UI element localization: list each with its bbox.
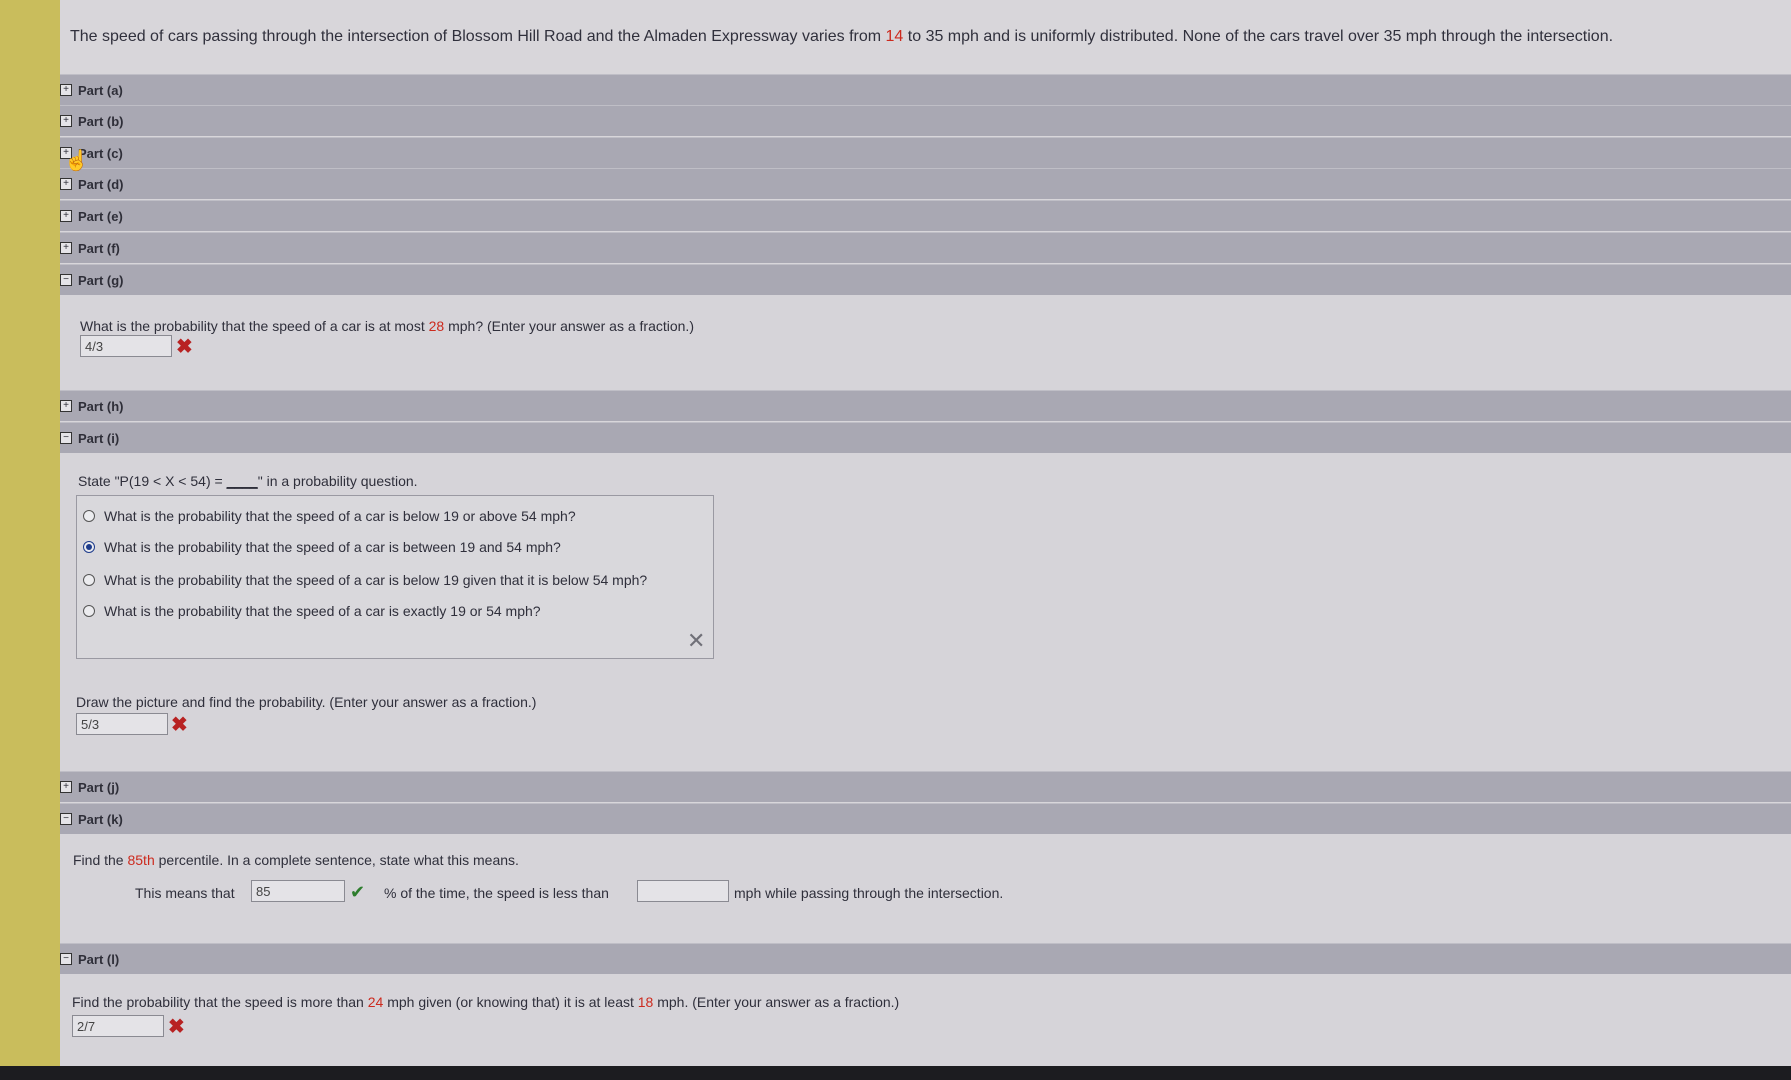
choice-label: What is the probability that the speed o… [104,572,648,588]
radio-button[interactable] [83,510,95,522]
part-a-label: Part (a) [78,82,123,98]
part-k-question: Find the 85th percentile. In a complete … [73,852,519,868]
part-k-label: Part (k) [78,811,123,827]
part-i-answer-input[interactable]: 5/3 [76,713,168,735]
part-i-draw-question: Draw the picture and find the probabilit… [76,694,537,710]
part-l-v1: 24 [367,994,384,1010]
expand-icon[interactable]: + [60,242,72,254]
part-k-means-pre: This means that [135,885,235,901]
choice-option[interactable]: What is the probability that the speed o… [83,603,541,619]
correct-check-icon: ✔ [350,882,366,902]
problem-statement: The speed of cars passing through the in… [70,28,1770,46]
part-j-header[interactable]: + Part (j) [60,771,1791,802]
part-e-header[interactable]: + Part (e) [60,200,1791,231]
choice-option[interactable]: What is the probability that the speed o… [83,572,647,588]
part-f-label: Part (f) [78,240,120,256]
radio-button[interactable] [83,574,95,586]
part-b-header[interactable]: + Part (b) [60,105,1791,136]
choice-label: What is the probability that the speed o… [104,508,576,524]
part-l-label: Part (l) [78,951,120,967]
part-e-label: Part (e) [78,208,123,224]
part-g-q-post: mph? (Enter your answer as a fraction.) [444,318,694,334]
part-g-label: Part (g) [78,272,124,288]
part-l-q-mid: mph given (or knowing that) it is at lea… [383,994,638,1010]
part-k-means-post: mph while passing through the intersecti… [734,885,1004,901]
part-l-q-pre: Find the probability that the speed is m… [72,994,368,1010]
part-g-question: What is the probability that the speed o… [80,318,694,334]
part-l-header[interactable]: − Part (l) [60,943,1791,974]
part-i-header[interactable]: − Part (i) [60,422,1791,453]
expand-icon[interactable]: + [60,178,72,190]
part-l-question: Find the probability that the speed is m… [72,994,899,1010]
taskbar [0,1066,1791,1080]
percent-answer-input[interactable]: 85 [251,880,345,902]
question-page: The speed of cars passing through the in… [60,0,1791,1066]
part-i-prompt: State "P(19 < X < 54) = ____" in a proba… [78,473,418,489]
expand-icon[interactable]: + [60,781,72,793]
part-k-q-post: percentile. In a complete sentence, stat… [154,852,519,868]
part-a-header[interactable]: + Part (a) [60,74,1791,105]
intro-text-1: The speed of cars passing through the in… [70,28,886,45]
multiple-choice-box: What is the probability that the speed o… [76,495,714,659]
choice-option[interactable]: What is the probability that the speed o… [83,539,561,555]
part-i-label: Part (i) [78,430,120,446]
part-d-header[interactable]: + Part (d) [60,168,1791,199]
part-l-answer-input[interactable]: 2/7 [72,1015,164,1037]
part-h-header[interactable]: + Part (h) [60,390,1791,421]
part-f-header[interactable]: + Part (f) [60,232,1791,263]
expand-icon[interactable]: + [60,84,72,96]
part-g-answer-input[interactable]: 4/3 [80,335,172,357]
hand-cursor-icon: ☝ [64,150,89,172]
part-g-q-val: 28 [428,318,445,334]
choice-option[interactable]: What is the probability that the speed o… [83,508,576,524]
part-l-q-post: mph. (Enter your answer as a fraction.) [653,994,900,1010]
part-g-q-pre: What is the probability that the speed o… [80,318,429,334]
speed-answer-input[interactable] [637,880,729,902]
collapse-icon[interactable]: − [60,953,72,965]
part-i-prompt-pre: State "P(19 < X < 54) = [78,473,227,489]
expand-icon[interactable]: + [60,210,72,222]
part-c-header[interactable]: + Part (c) [60,137,1791,168]
part-g-panel [60,295,1791,395]
intro-min-speed: 14 [885,28,904,45]
incorrect-icon: ✖ [176,336,193,358]
choice-label: What is the probability that the speed o… [104,539,561,555]
expand-icon[interactable]: + [60,115,72,127]
radio-button-selected[interactable] [83,541,95,553]
part-l-panel [60,974,1791,1066]
part-j-label: Part (j) [78,779,120,795]
clear-selection-icon[interactable]: ✕ [687,628,705,654]
collapse-icon[interactable]: − [60,813,72,825]
incorrect-icon: ✖ [168,1016,185,1038]
collapse-icon[interactable]: − [60,274,72,286]
radio-button[interactable] [83,605,95,617]
part-i-prompt-post: " in a probability question. [257,473,418,489]
part-b-label: Part (b) [78,113,124,129]
left-accent-strip [0,0,60,1080]
part-k-header[interactable]: − Part (k) [60,803,1791,834]
part-d-label: Part (d) [78,176,124,192]
part-k-q-pre: Find the [73,852,128,868]
intro-text-2: to 35 mph and is uniformly distributed. … [903,28,1614,45]
part-h-label: Part (h) [78,398,124,414]
expand-icon[interactable]: + [60,400,72,412]
part-k-means-mid: % of the time, the speed is less than [384,885,609,901]
part-l-v2: 18 [637,994,654,1010]
choice-label: What is the probability that the speed o… [104,603,541,619]
incorrect-icon: ✖ [171,714,188,736]
part-i-prompt-blank: ____ [226,473,258,489]
collapse-icon[interactable]: − [60,432,72,444]
part-g-header[interactable]: − Part (g) [60,264,1791,295]
part-k-q-val: 85th [127,852,155,868]
